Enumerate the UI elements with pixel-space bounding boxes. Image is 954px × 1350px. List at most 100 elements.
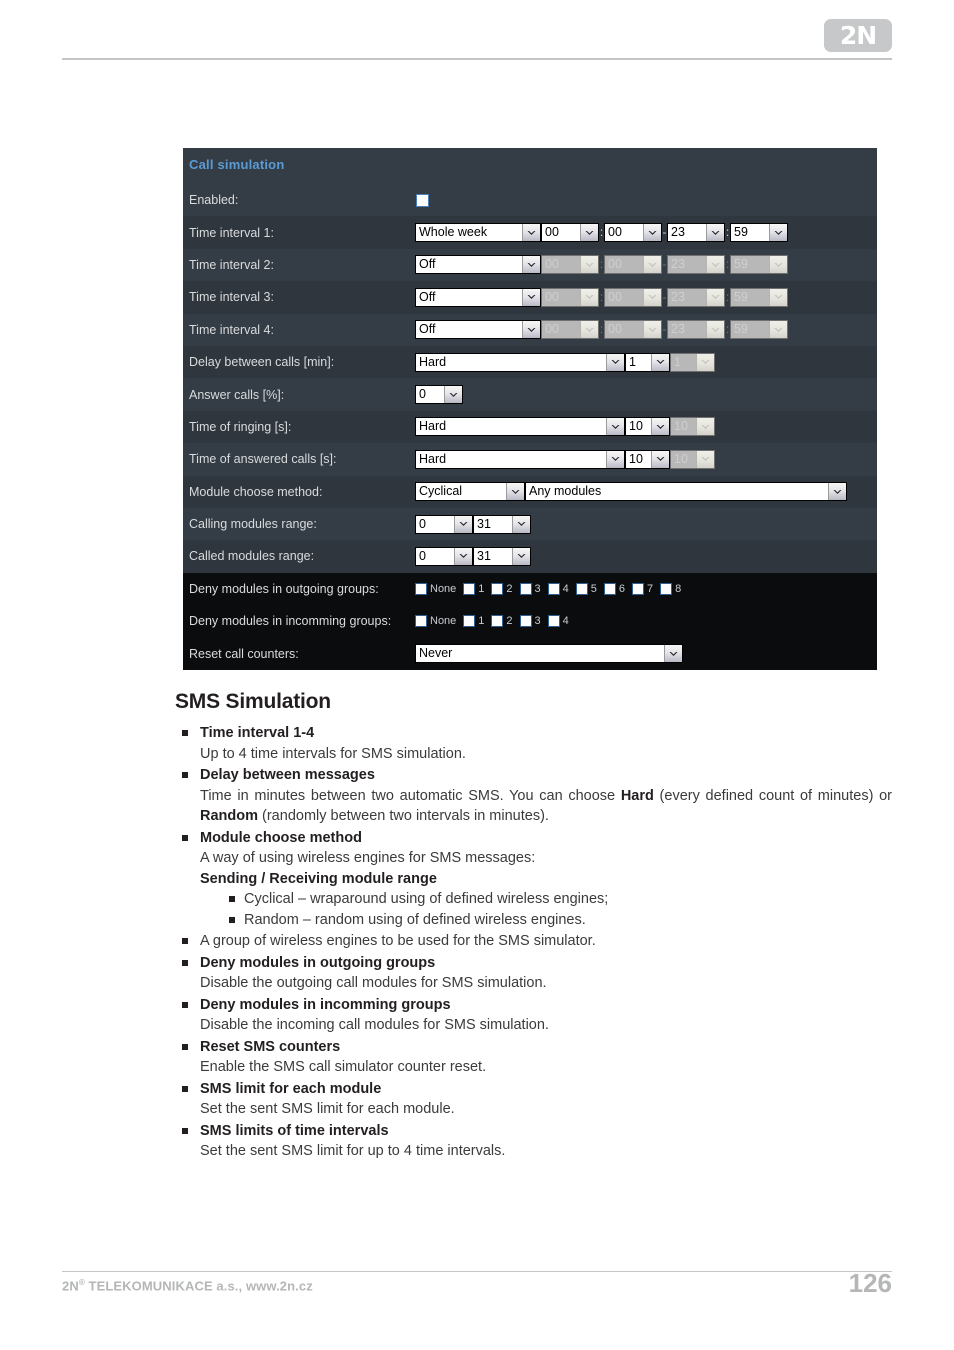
row-time-interval-1: Time interval 1: Whole week 00 : 00 - 23 [183, 216, 877, 249]
interval-1-to-minute-select[interactable]: 59 [730, 223, 788, 243]
deny-outgoing-option[interactable]: 1 [463, 582, 485, 595]
panel-title: Call simulation [189, 157, 285, 172]
deny-incoming-label-4: 4 [562, 615, 569, 628]
deny-outgoing-option[interactable]: 4 [547, 582, 569, 595]
interval-1-to-hour-select[interactable]: 23 [667, 223, 725, 243]
calling-range-from-select[interactable]: 0 [415, 514, 473, 534]
deny-outgoing-option[interactable]: 2 [491, 582, 513, 595]
called-range-to-select[interactable]: 31 [473, 546, 531, 566]
deny-incoming-option[interactable]: 1 [463, 615, 485, 628]
deny-outgoing-option[interactable]: 3 [519, 582, 541, 595]
interval-4-day-select[interactable]: Off [415, 320, 541, 340]
delay-mode-select[interactable]: Hard [415, 352, 625, 372]
module-group-select[interactable]: Any modules [525, 482, 847, 502]
deny-incoming-option[interactable]: None [415, 615, 456, 628]
chevron-down-icon [454, 547, 472, 565]
chevron-down-icon [664, 645, 682, 663]
fields-delay-between-calls: Hard 1 1 [415, 352, 877, 372]
ringing-mode-select[interactable]: Hard [415, 417, 625, 437]
deny-outgoing-checkbox-7[interactable] [632, 582, 645, 595]
list-item: A group of wireless engines to be used f… [182, 931, 892, 952]
deny-outgoing-checkbox-2[interactable] [491, 582, 504, 595]
answered-value-select[interactable]: 10 [625, 449, 670, 469]
desc-emphasis: Hard [620, 787, 654, 804]
deny-incoming-checkbox-4[interactable] [547, 615, 560, 628]
interval-2-to-minute-select: 59 [730, 255, 788, 275]
row-time-of-ringing: Time of ringing [s]: Hard 10 10 [183, 410, 877, 444]
deny-outgoing-option[interactable]: 8 [660, 582, 681, 595]
interval-3-day-select[interactable]: Off [415, 287, 541, 307]
answer-calls-select[interactable]: 0 [415, 385, 463, 405]
deny-outgoing-checkbox-none[interactable] [415, 582, 427, 595]
deny-outgoing-checkbox-8[interactable] [660, 582, 673, 595]
label-deny-outgoing-groups: Deny modules in outgoing groups: [189, 581, 379, 596]
interval-1-to-hour-value: 23 [671, 225, 685, 240]
answered-mode-select[interactable]: Hard [415, 449, 625, 469]
calling-range-to-select[interactable]: 31 [473, 514, 531, 534]
chevron-down-icon [643, 224, 661, 242]
interval-1-from-hour-select[interactable]: 00 [541, 223, 599, 243]
ringing-value-select[interactable]: 10 [625, 417, 670, 437]
interval-3-to-minute-value: 59 [734, 289, 748, 304]
answered-value2: 10 [674, 451, 688, 466]
fields-time-of-answered-calls: Hard 10 10 [415, 449, 877, 469]
interval-4-from-minute-value: 00 [608, 322, 622, 337]
deny-incoming-option[interactable]: 3 [519, 615, 541, 628]
interval-3-from-hour-select: 00 [541, 287, 599, 307]
calling-range-from-value: 0 [419, 516, 426, 531]
deny-incoming-option[interactable]: 2 [491, 615, 513, 628]
item-desc: A way of using wireless engines for SMS … [200, 850, 536, 866]
deny-outgoing-option[interactable]: 7 [632, 582, 653, 595]
enabled-checkbox[interactable] [416, 193, 429, 207]
deny-outgoing-checkbox-3[interactable] [519, 582, 532, 595]
module-group-value: Any modules [529, 484, 602, 499]
deny-outgoing-checkbox-1[interactable] [463, 582, 476, 595]
deny-incoming-label-1: 1 [478, 615, 485, 628]
fields-deny-outgoing-groups: None 1 2 3 4 5 6 7 8 [415, 582, 877, 595]
deny-incoming-checkbox-2[interactable] [491, 615, 504, 628]
reset-call-counters-select[interactable]: Never [415, 644, 683, 664]
chevron-down-icon [454, 515, 472, 533]
row-deny-outgoing-groups: Deny modules in outgoing groups: None 1 … [183, 572, 877, 606]
deny-outgoing-label-1: 1 [478, 582, 485, 595]
deny-outgoing-checkbox-6[interactable] [603, 582, 616, 595]
deny-incoming-option[interactable]: 4 [547, 615, 569, 628]
deny-incoming-checkbox-3[interactable] [519, 615, 532, 628]
interval-1-from-hour-value: 00 [545, 225, 559, 240]
label-delay-between-calls: Delay between calls [min]: [189, 355, 335, 370]
deny-outgoing-option[interactable]: None [415, 582, 456, 595]
called-range-from-select[interactable]: 0 [415, 546, 473, 566]
calling-range-to-value: 31 [477, 516, 491, 531]
row-reset-call-counters: Reset call counters: Never [183, 637, 877, 670]
fields-reset-call-counters: Never [415, 644, 877, 664]
chevron-down-icon [643, 321, 661, 339]
sub-list: Cyclical – wraparound using of defined w… [200, 889, 892, 930]
deny-incoming-checkbox-1[interactable] [463, 615, 476, 628]
module-method-select[interactable]: Cyclical [415, 482, 525, 502]
chevron-down-icon [706, 224, 724, 242]
deny-incoming-checkbox-none[interactable] [415, 615, 427, 628]
delay-value-select[interactable]: 1 [625, 352, 670, 372]
item-desc: Set the sent SMS limit for each module. [200, 1101, 455, 1117]
deny-outgoing-checkbox-5[interactable] [575, 582, 588, 595]
deny-outgoing-option[interactable]: 5 [575, 582, 597, 595]
interval-1-day-select[interactable]: Whole week [415, 223, 541, 243]
interval-1-from-minute-select[interactable]: 00 [604, 223, 662, 243]
call-simulation-panel: Call simulation Enabled: Time interval 1… [183, 148, 877, 670]
interval-2-day-select[interactable]: Off [415, 255, 541, 275]
deny-outgoing-option[interactable]: 6 [603, 582, 625, 595]
reset-call-counters-value: Never [419, 646, 453, 661]
interval-3-to-hour-select: 23 [667, 287, 725, 307]
label-calling-modules-range: Calling modules range: [189, 517, 317, 532]
chevron-down-icon [706, 256, 724, 274]
chevron-down-icon [606, 450, 624, 468]
chevron-down-icon [696, 418, 714, 436]
label-time-interval-2: Time interval 2: [189, 257, 274, 272]
label-time-interval-1: Time interval 1: [189, 225, 274, 240]
fields-enabled [415, 193, 877, 207]
chevron-down-icon [769, 321, 787, 339]
label-enabled: Enabled: [189, 193, 239, 208]
deny-outgoing-checkbox-4[interactable] [547, 582, 560, 595]
fields-called-modules-range: 0 31 [415, 546, 877, 566]
deny-incoming-label-2: 2 [506, 615, 513, 628]
